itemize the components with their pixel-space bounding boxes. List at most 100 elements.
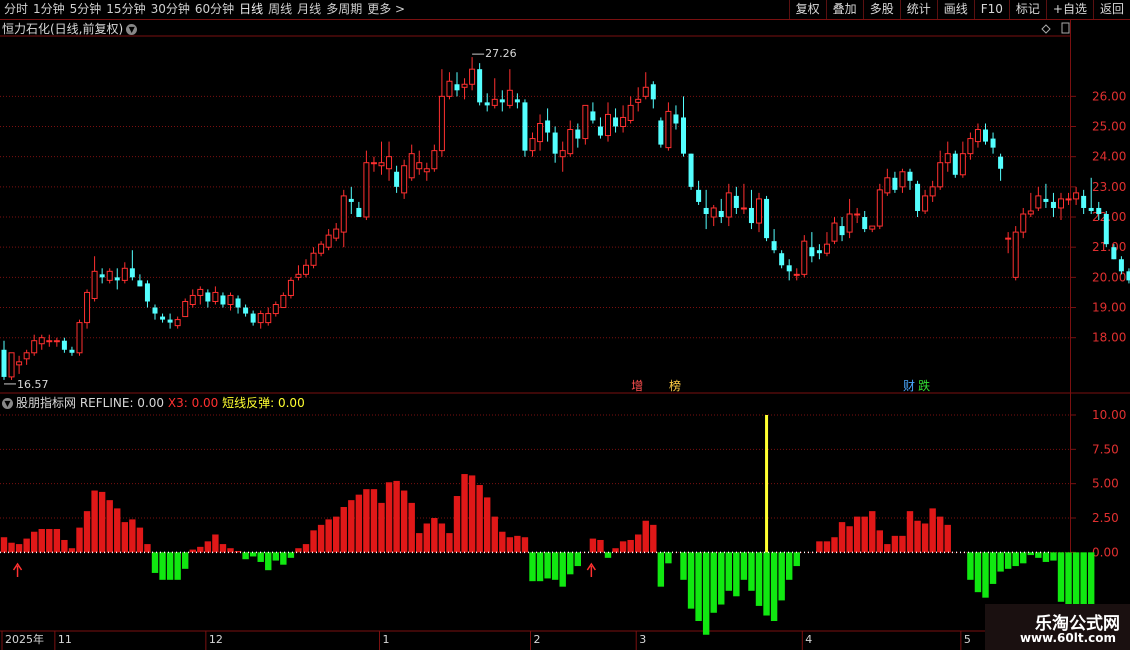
candle-body (53, 340, 60, 343)
candle-body (287, 279, 294, 296)
positive-bar (891, 535, 899, 553)
candle-body (1096, 207, 1102, 214)
candle-body (974, 129, 981, 143)
candle-body (121, 267, 128, 281)
candle-body (310, 252, 317, 266)
positive-bar (453, 496, 461, 553)
candle-body (91, 270, 98, 299)
candle-body (1027, 210, 1034, 215)
negative-bar (786, 552, 793, 580)
candle-body (681, 117, 686, 154)
negative-bar (1050, 552, 1057, 561)
candle-body (333, 228, 340, 239)
negative-bar (725, 552, 732, 591)
candle-body (559, 150, 566, 158)
candle-body (243, 307, 249, 314)
candle-body (892, 177, 898, 190)
negative-bar (544, 552, 551, 579)
candle-body (46, 340, 53, 343)
positive-bar (53, 528, 61, 553)
candle-body (182, 300, 189, 318)
indicator-tick-label: 0.00 (1092, 545, 1119, 559)
positive-bar (642, 520, 649, 553)
candle-body (816, 250, 822, 254)
positive-bar (363, 489, 370, 553)
candle-body (748, 207, 754, 224)
positive-bar (8, 542, 15, 553)
candle-body (620, 116, 627, 128)
positive-bar (823, 541, 831, 553)
candle-body (567, 129, 574, 155)
candle-body (340, 195, 347, 233)
candle-body (257, 313, 264, 324)
positive-bar (899, 535, 906, 553)
candle-body (318, 243, 325, 254)
negative-bar (740, 552, 748, 580)
candle-body (431, 150, 438, 170)
candle-body (786, 265, 792, 272)
positive-bar (484, 497, 491, 553)
candle-body (220, 295, 226, 305)
candle-body (740, 207, 747, 210)
positive-bar (333, 516, 340, 553)
candle-body (272, 304, 279, 315)
positive-bar (491, 516, 498, 553)
positive-bar (861, 516, 868, 553)
candle-body (1081, 195, 1087, 208)
positive-bar (378, 502, 385, 553)
candle-body (613, 117, 619, 127)
positive-bar (650, 524, 657, 553)
positive-bar (514, 535, 521, 553)
negative-bar (687, 552, 695, 609)
candle-body (658, 120, 664, 145)
positive-bar (914, 520, 921, 553)
negative-bar (733, 552, 740, 597)
candle-body (16, 361, 23, 366)
positive-bar (348, 500, 355, 553)
date-label: 2 (534, 633, 541, 646)
candle-body (944, 153, 951, 164)
candle-body (793, 273, 800, 276)
positive-bar (627, 539, 634, 553)
positive-bar (76, 527, 83, 553)
negative-bar (982, 552, 989, 598)
candle-body (937, 162, 944, 188)
negative-bar (265, 552, 272, 571)
candle-body (929, 186, 936, 197)
candle-body (575, 129, 581, 139)
candle-body (137, 280, 143, 287)
candle-body (688, 153, 694, 187)
candle-body (809, 247, 815, 257)
positive-bar (408, 502, 415, 553)
candle-body (378, 162, 385, 167)
candle-body (967, 138, 974, 155)
positive-bar (114, 508, 121, 553)
candle-body (605, 113, 611, 137)
negative-bar (763, 552, 770, 616)
negative-bar (680, 552, 687, 580)
candle-body (363, 162, 370, 218)
positive-bar (219, 544, 227, 553)
positive-bar (468, 475, 476, 553)
candle-body (635, 98, 642, 103)
candle-body (899, 171, 906, 188)
candle-body (1073, 192, 1080, 200)
positive-bar (876, 530, 883, 553)
candle-body (348, 198, 354, 202)
indicator-tick-label: 5.00 (1092, 477, 1119, 491)
candle-body (99, 274, 105, 278)
negative-bar (574, 552, 581, 567)
price-tick-label: 24.00 (1092, 150, 1126, 164)
positive-bar (619, 541, 627, 553)
negative-bar (287, 552, 295, 558)
candle-body (356, 207, 362, 218)
negative-bar (665, 552, 672, 564)
price-tick-label: 21.00 (1092, 240, 1126, 254)
indicator-tick-label: 7.50 (1092, 442, 1119, 456)
date-label: 11 (58, 633, 72, 646)
candle-body (205, 292, 211, 302)
indicator-tick-label: 2.50 (1092, 511, 1119, 525)
positive-bar (597, 539, 604, 553)
candle-body (491, 98, 498, 106)
positive-bar (461, 474, 468, 553)
